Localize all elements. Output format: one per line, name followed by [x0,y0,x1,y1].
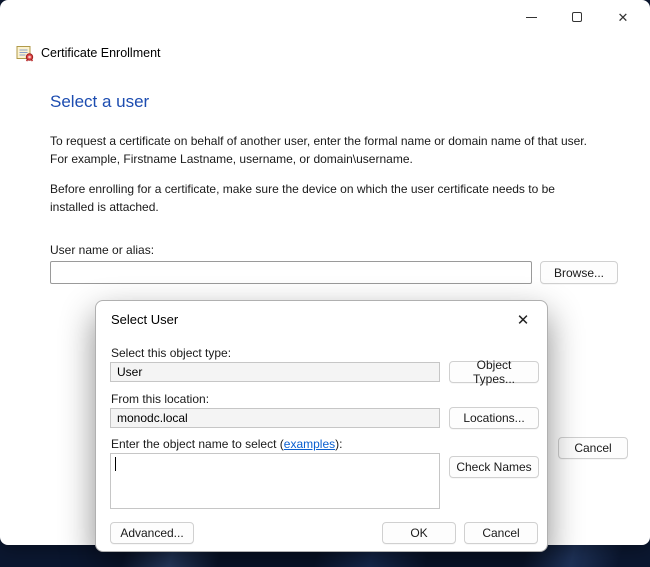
object-type-label: Select this object type: [111,346,231,360]
dialog-title: Select User [111,312,178,327]
username-label: User name or alias: [50,243,154,257]
locations-button[interactable]: Locations... [449,407,539,429]
object-name-textarea[interactable] [110,453,440,509]
maximize-button[interactable] [554,0,600,34]
window-controls: ✕ [508,0,646,34]
instruction-paragraph-1: To request a certificate on behalf of an… [50,132,598,168]
location-field: monodc.local [110,408,440,428]
ok-button[interactable]: OK [382,522,456,544]
object-types-button[interactable]: Object Types... [449,361,539,383]
close-icon: ✕ [618,11,629,24]
close-button[interactable]: ✕ [600,0,646,34]
certificate-icon [16,44,34,62]
dialog-cancel-button[interactable]: Cancel [464,522,538,544]
object-type-field: User [110,362,440,382]
check-names-button[interactable]: Check Names [449,456,539,478]
enrollment-cancel-button[interactable]: Cancel [558,437,628,459]
username-input[interactable] [50,261,532,284]
text-cursor [115,457,116,471]
minimize-button[interactable] [508,0,554,34]
object-name-label-post: ): [335,437,342,451]
examples-link[interactable]: examples [284,437,335,451]
object-name-label-pre: Enter the object name to select ( [111,437,284,451]
minimize-icon [526,17,537,18]
page-title: Select a user [50,92,149,112]
maximize-icon [572,12,582,22]
app-header: Certificate Enrollment [16,44,161,62]
window-title: Certificate Enrollment [41,46,161,60]
dialog-close-button[interactable]: ✕ [507,306,539,334]
object-name-label: Enter the object name to select (example… [111,437,342,451]
advanced-button[interactable]: Advanced... [110,522,194,544]
close-icon: ✕ [517,311,530,329]
instruction-paragraph-2: Before enrolling for a certificate, make… [50,180,598,216]
select-user-dialog: Select User ✕ Select this object type: U… [95,300,548,552]
location-label: From this location: [111,392,209,406]
browse-button[interactable]: Browse... [540,261,618,284]
